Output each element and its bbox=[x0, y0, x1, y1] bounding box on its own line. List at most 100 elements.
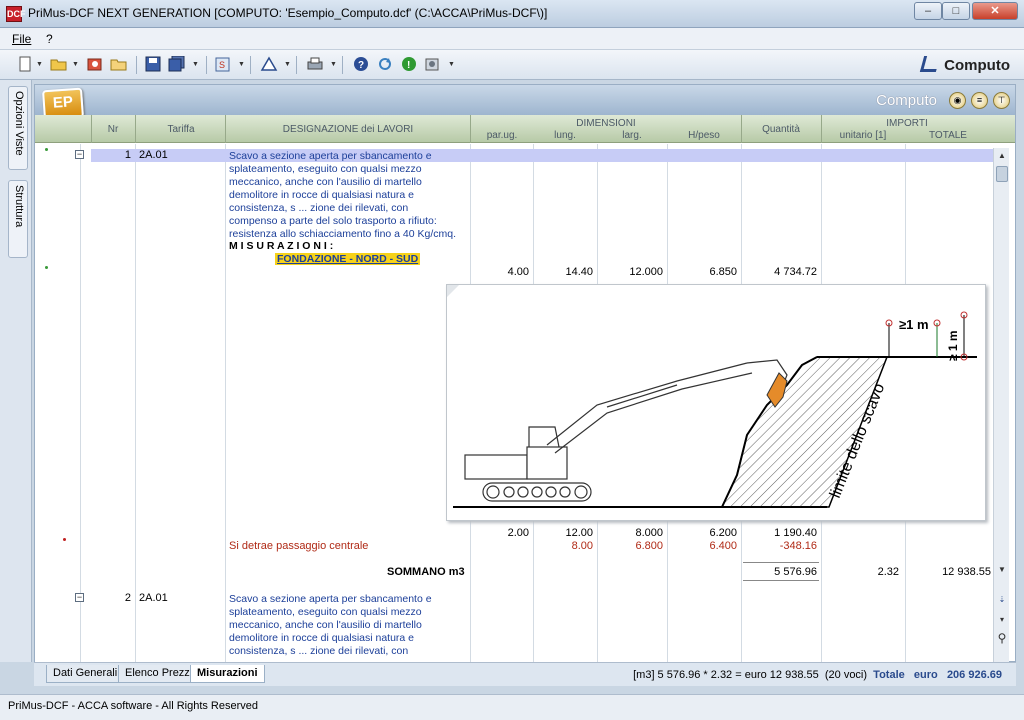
tab-dati-generali[interactable]: Dati Generali bbox=[46, 665, 125, 683]
column-header: Nr Tariffa DESIGNAZIONE dei LAVORI DIMEN… bbox=[35, 115, 1015, 143]
m3-larg[interactable]: 6.800 bbox=[597, 540, 663, 552]
side-tab-opzioni-viste[interactable]: Opzioni Viste bbox=[8, 86, 28, 170]
maximize-button[interactable]: □ bbox=[942, 2, 970, 20]
description-line: consistenza, s ... zione dei rilevati, c… bbox=[229, 202, 409, 214]
menu-help[interactable]: ? bbox=[46, 32, 53, 46]
minimize-button[interactable]: – bbox=[914, 2, 942, 20]
grid-line bbox=[225, 144, 226, 662]
side-tab-struttura[interactable]: Struttura bbox=[8, 180, 28, 258]
m2-par[interactable]: 2.00 bbox=[471, 527, 529, 539]
status-dot bbox=[45, 148, 48, 151]
unit-price[interactable]: 2.32 bbox=[823, 566, 899, 578]
sum-underline bbox=[743, 562, 819, 563]
move-down-icon[interactable]: ⇣ bbox=[996, 594, 1008, 606]
panel-title: Computo bbox=[876, 92, 937, 109]
m1-h[interactable]: 6.850 bbox=[667, 266, 737, 278]
dcf-dropdown-chevron-down-icon[interactable]: ▼ bbox=[238, 61, 245, 68]
tab-misurazioni[interactable]: Misurazioni bbox=[190, 665, 265, 683]
computo-mode-button[interactable]: Computo bbox=[920, 56, 1010, 74]
menu-file[interactable]: File bbox=[12, 32, 31, 46]
description-line: compenso a parte del solo trasporto a ri… bbox=[229, 215, 437, 227]
tab-elenco-prezzi[interactable]: Elenco Prezz bbox=[118, 665, 197, 683]
new-dropdown-chevron-down-icon[interactable]: ▼ bbox=[36, 61, 43, 68]
description-line: meccanico, anche con l'ausilio di martel… bbox=[229, 176, 422, 188]
col-dimensioni: DIMENSIONI bbox=[576, 118, 636, 129]
excavation-drawing: ≥1 m ≥ 1 m limite dello scavo bbox=[447, 285, 977, 508]
col-totale[interactable]: TOTALE bbox=[905, 130, 991, 141]
col-par-ug[interactable]: par.ug. bbox=[471, 130, 533, 141]
bottom-bar: Dati Generali Elenco Prezz Misurazioni [… bbox=[34, 662, 1016, 686]
m1-larg[interactable]: 12.000 bbox=[597, 266, 663, 278]
alert-icon[interactable] bbox=[260, 56, 278, 74]
save-icon[interactable] bbox=[144, 56, 162, 74]
vertical-scrollbar[interactable]: ▲ ▼ ⇣ ▾ ⚲ bbox=[993, 148, 1009, 662]
import-icon[interactable] bbox=[86, 56, 104, 74]
scroll-end-icon[interactable]: ▾ bbox=[996, 614, 1008, 626]
settings-dropdown-chevron-down-icon[interactable]: ▼ bbox=[448, 61, 455, 68]
collapse-toggle-icon[interactable]: − bbox=[75, 150, 84, 159]
row-description[interactable]: Scavo a sezione aperta per sbancamento e… bbox=[229, 150, 465, 241]
print-icon[interactable] bbox=[306, 56, 324, 74]
sum-underline bbox=[743, 580, 819, 581]
description-line: Scavo a sezione aperta per sbancamento e bbox=[229, 150, 432, 162]
m2-h[interactable]: 6.200 bbox=[667, 527, 737, 539]
col-designazione[interactable]: DESIGNAZIONE dei LAVORI bbox=[227, 124, 469, 135]
scroll-up-icon[interactable]: ▲ bbox=[996, 150, 1008, 162]
toolbar-separator bbox=[296, 56, 297, 74]
folder-icon[interactable] bbox=[110, 56, 128, 74]
info-icon[interactable]: ! bbox=[400, 56, 418, 74]
excavation-figure[interactable]: ≥1 m ≥ 1 m limite dello scavo bbox=[446, 284, 986, 521]
dcf-icon[interactable]: S bbox=[214, 56, 232, 74]
scroll-down-icon[interactable]: ▼ bbox=[996, 564, 1008, 576]
svg-text:S: S bbox=[219, 60, 225, 70]
deduction-label[interactable]: Si detrae passaggio centrale bbox=[229, 540, 368, 552]
col-quantita[interactable]: Quantità bbox=[743, 124, 819, 135]
pin-icon[interactable]: ⊤ bbox=[993, 92, 1010, 109]
row-tariffa[interactable]: 2A.01 bbox=[139, 592, 168, 604]
window-title: PriMus-DCF NEXT GENERATION [COMPUTO: 'Es… bbox=[28, 6, 548, 20]
group-label[interactable]: FONDAZIONE - NORD - SUD bbox=[275, 253, 421, 265]
row-selection-band bbox=[91, 149, 993, 162]
col-divider bbox=[821, 115, 822, 143]
computo-icon bbox=[920, 56, 941, 72]
toolbar-separator bbox=[342, 56, 343, 74]
row-description[interactable]: Scavo a sezione aperta per sbancamento e… bbox=[229, 593, 465, 658]
col-lung[interactable]: lung. bbox=[533, 130, 597, 141]
list-icon[interactable]: ≡ bbox=[971, 92, 988, 109]
col-hpeso[interactable]: H/peso bbox=[667, 130, 741, 141]
m1-lung[interactable]: 14.40 bbox=[533, 266, 593, 278]
side-tab-label: Struttura bbox=[13, 185, 25, 228]
collapse-toggle-icon[interactable]: − bbox=[75, 593, 84, 602]
menu-bar: File ? bbox=[0, 28, 1024, 50]
view-toggle-icon[interactable]: ◉ bbox=[949, 92, 966, 109]
settings-icon[interactable] bbox=[424, 56, 442, 74]
refresh-icon[interactable] bbox=[376, 56, 394, 74]
totals-count: (20 voci) bbox=[824, 669, 868, 681]
save-all-icon[interactable] bbox=[168, 55, 186, 74]
m2-larg[interactable]: 8.000 bbox=[597, 527, 663, 539]
new-document-icon[interactable] bbox=[16, 56, 34, 74]
m1-par[interactable]: 4.00 bbox=[471, 266, 529, 278]
print-dropdown-chevron-down-icon[interactable]: ▼ bbox=[330, 61, 337, 68]
row-tariffa[interactable]: 2A.01 bbox=[139, 149, 168, 161]
m2-lung[interactable]: 12.00 bbox=[533, 527, 593, 539]
close-button[interactable]: ✕ bbox=[972, 2, 1018, 20]
toolbar-separator bbox=[206, 56, 207, 74]
help-icon[interactable]: ? bbox=[352, 56, 370, 74]
scroll-thumb[interactable] bbox=[996, 166, 1008, 182]
row-total: 12 938.55 bbox=[942, 566, 991, 578]
app-icon: DCF bbox=[6, 6, 26, 22]
col-larg[interactable]: larg. bbox=[597, 130, 667, 141]
open-dropdown-chevron-down-icon[interactable]: ▼ bbox=[72, 61, 79, 68]
col-divider bbox=[135, 115, 136, 143]
m3-lung[interactable]: 8.00 bbox=[533, 540, 593, 552]
col-unitario[interactable]: unitario [1] bbox=[823, 130, 903, 141]
toolbar-separator bbox=[136, 56, 137, 74]
col-tariffa[interactable]: Tariffa bbox=[137, 124, 225, 135]
col-nr[interactable]: Nr bbox=[101, 124, 125, 135]
m3-h[interactable]: 6.400 bbox=[667, 540, 737, 552]
zoom-icon[interactable]: ⚲ bbox=[996, 632, 1008, 644]
alert-dropdown-chevron-down-icon[interactable]: ▼ bbox=[284, 61, 291, 68]
save-dropdown-chevron-down-icon[interactable]: ▼ bbox=[192, 61, 199, 68]
open-folder-icon[interactable] bbox=[50, 56, 68, 74]
